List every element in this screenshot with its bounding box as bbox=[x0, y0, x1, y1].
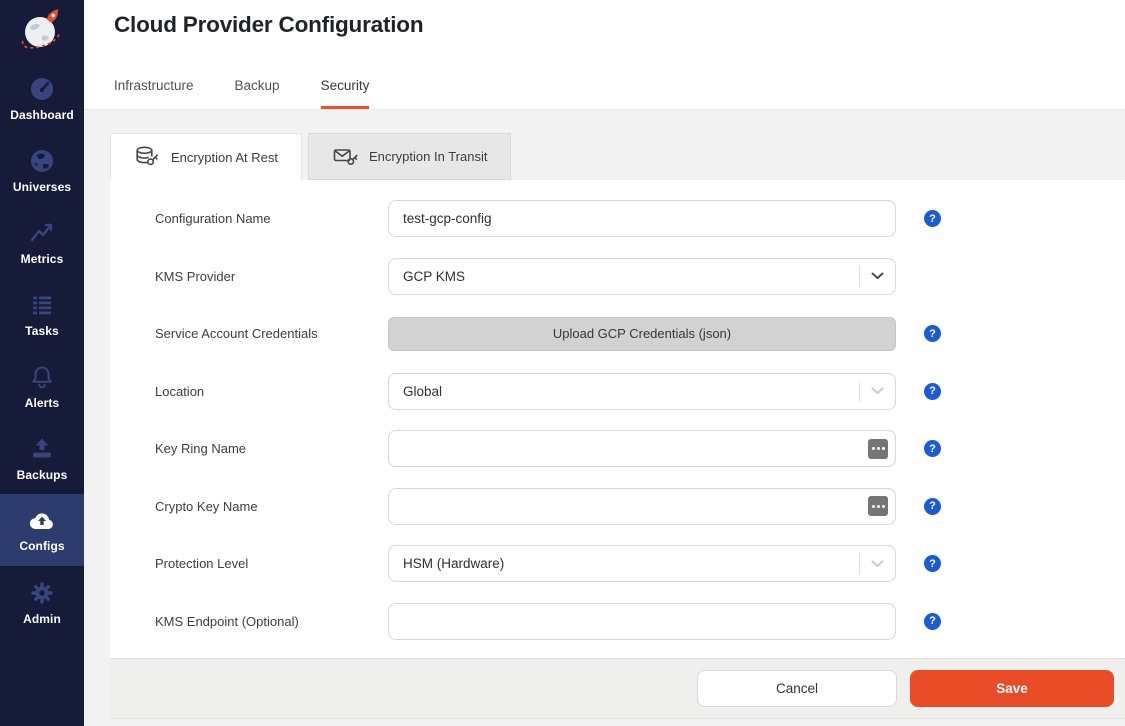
form-footer: Cancel Save bbox=[110, 658, 1125, 719]
protection-level-select[interactable]: HSM (Hardware) bbox=[388, 545, 896, 582]
kms-provider-select[interactable]: GCP KMS bbox=[388, 258, 896, 295]
sidebar-item-universes[interactable]: Universes bbox=[0, 134, 84, 206]
configuration-name-input[interactable] bbox=[388, 200, 896, 237]
field-label: KMS Endpoint (Optional) bbox=[155, 614, 388, 629]
sidebar-item-tasks[interactable]: Tasks bbox=[0, 278, 84, 350]
selected-value: HSM (Hardware) bbox=[403, 556, 504, 571]
save-button[interactable]: Save bbox=[910, 670, 1114, 707]
sidebar: Dashboard Universes Metrics bbox=[0, 0, 84, 726]
crypto-key-name-input[interactable] bbox=[388, 488, 896, 525]
selected-value: Global bbox=[403, 384, 442, 399]
help-icon[interactable]: ? bbox=[924, 440, 941, 457]
form-row-crypto-key-name: Crypto Key Name ? bbox=[110, 478, 1125, 536]
main-area: Cloud Provider Configuration Infrastruct… bbox=[84, 0, 1125, 726]
field-label: Protection Level bbox=[155, 556, 388, 571]
location-select[interactable]: Global bbox=[388, 373, 896, 410]
help-icon[interactable]: ? bbox=[924, 555, 941, 572]
sidebar-item-label: Tasks bbox=[25, 324, 59, 338]
help-icon[interactable]: ? bbox=[924, 325, 941, 342]
sidebar-item-dashboard[interactable]: Dashboard bbox=[0, 62, 84, 134]
select-divider bbox=[859, 266, 860, 287]
encryption-at-rest-form-panel: Configuration Name ? KMS Provider GCP KM… bbox=[110, 180, 1125, 658]
selected-value: GCP KMS bbox=[403, 269, 465, 284]
field-label: Service Account Credentials bbox=[155, 326, 388, 341]
subtab-encryption-in-transit[interactable]: Encryption In Transit bbox=[308, 133, 512, 180]
subtab-label: Encryption In Transit bbox=[369, 149, 488, 164]
field-label: Configuration Name bbox=[155, 211, 388, 226]
form-row-location: Location Global ? bbox=[110, 363, 1125, 421]
help-icon[interactable]: ? bbox=[924, 498, 941, 515]
sidebar-nav: Dashboard Universes Metrics bbox=[0, 62, 84, 638]
sidebar-item-alerts[interactable]: Alerts bbox=[0, 350, 84, 422]
field-label: KMS Provider bbox=[155, 269, 388, 284]
top-tab-bar: Infrastructure Backup Security bbox=[114, 78, 369, 109]
tab-infrastructure[interactable]: Infrastructure bbox=[114, 78, 194, 109]
select-divider bbox=[859, 381, 860, 402]
select-divider bbox=[859, 553, 860, 574]
backup-upload-icon bbox=[28, 435, 56, 463]
chart-icon bbox=[28, 219, 56, 247]
sidebar-item-backups[interactable]: Backups bbox=[0, 422, 84, 494]
chevron-down-icon bbox=[871, 387, 884, 395]
upload-gcp-credentials-button[interactable]: Upload GCP Credentials (json) bbox=[388, 317, 896, 351]
encryption-subtab-bar: Encryption At Rest Encryption In Transit bbox=[110, 110, 1125, 180]
tab-backup[interactable]: Backup bbox=[235, 78, 280, 109]
page-header: Cloud Provider Configuration Infrastruct… bbox=[84, 0, 1125, 110]
sidebar-item-label: Configs bbox=[19, 539, 64, 553]
form-row-kms-provider: KMS Provider GCP KMS bbox=[110, 248, 1125, 306]
database-key-icon bbox=[134, 144, 160, 170]
help-icon[interactable]: ? bbox=[924, 210, 941, 227]
chevron-down-icon bbox=[871, 560, 884, 568]
security-tab-content: Encryption At Rest Encryption In Transit bbox=[84, 110, 1125, 725]
tab-security[interactable]: Security bbox=[321, 78, 370, 109]
sidebar-item-label: Admin bbox=[23, 612, 61, 626]
help-icon[interactable]: ? bbox=[924, 383, 941, 400]
kms-endpoint-input[interactable] bbox=[388, 603, 896, 640]
form-row-kms-endpoint: KMS Endpoint (Optional) ? bbox=[110, 593, 1125, 651]
bell-icon bbox=[28, 363, 56, 391]
field-label: Crypto Key Name bbox=[155, 499, 388, 514]
form-row-protection-level: Protection Level HSM (Hardware) ? bbox=[110, 535, 1125, 593]
sidebar-item-label: Dashboard bbox=[10, 108, 74, 122]
sidebar-item-admin[interactable]: Admin bbox=[0, 566, 84, 638]
subtab-encryption-at-rest[interactable]: Encryption At Rest bbox=[110, 133, 302, 180]
key-ring-picker-button[interactable] bbox=[868, 439, 888, 459]
gear-icon bbox=[28, 579, 56, 607]
app-logo[interactable] bbox=[0, 0, 84, 57]
form-row-configuration-name: Configuration Name ? bbox=[110, 190, 1125, 248]
chevron-down-icon bbox=[871, 272, 884, 280]
subtab-label: Encryption At Rest bbox=[171, 150, 278, 165]
mail-key-icon bbox=[332, 144, 358, 170]
sidebar-item-label: Universes bbox=[13, 180, 71, 194]
cancel-button[interactable]: Cancel bbox=[697, 670, 897, 707]
help-icon[interactable]: ? bbox=[924, 613, 941, 630]
form-row-key-ring-name: Key Ring Name ? bbox=[110, 420, 1125, 478]
sidebar-item-label: Alerts bbox=[25, 396, 60, 410]
globe-icon bbox=[28, 147, 56, 175]
rocket-planet-logo-icon bbox=[16, 5, 68, 53]
page-title: Cloud Provider Configuration bbox=[114, 12, 423, 38]
list-icon bbox=[28, 291, 56, 319]
gauge-icon bbox=[28, 75, 56, 103]
key-ring-name-input[interactable] bbox=[388, 430, 896, 467]
sidebar-item-configs[interactable]: Configs bbox=[0, 494, 84, 566]
sidebar-item-label: Metrics bbox=[21, 252, 64, 266]
form-row-service-account-credentials: Service Account Credentials Upload GCP C… bbox=[110, 305, 1125, 363]
field-label: Location bbox=[155, 384, 388, 399]
sidebar-item-label: Backups bbox=[17, 468, 68, 482]
crypto-key-picker-button[interactable] bbox=[868, 496, 888, 516]
field-label: Key Ring Name bbox=[155, 441, 388, 456]
sidebar-item-metrics[interactable]: Metrics bbox=[0, 206, 84, 278]
cloud-upload-icon bbox=[27, 508, 57, 534]
